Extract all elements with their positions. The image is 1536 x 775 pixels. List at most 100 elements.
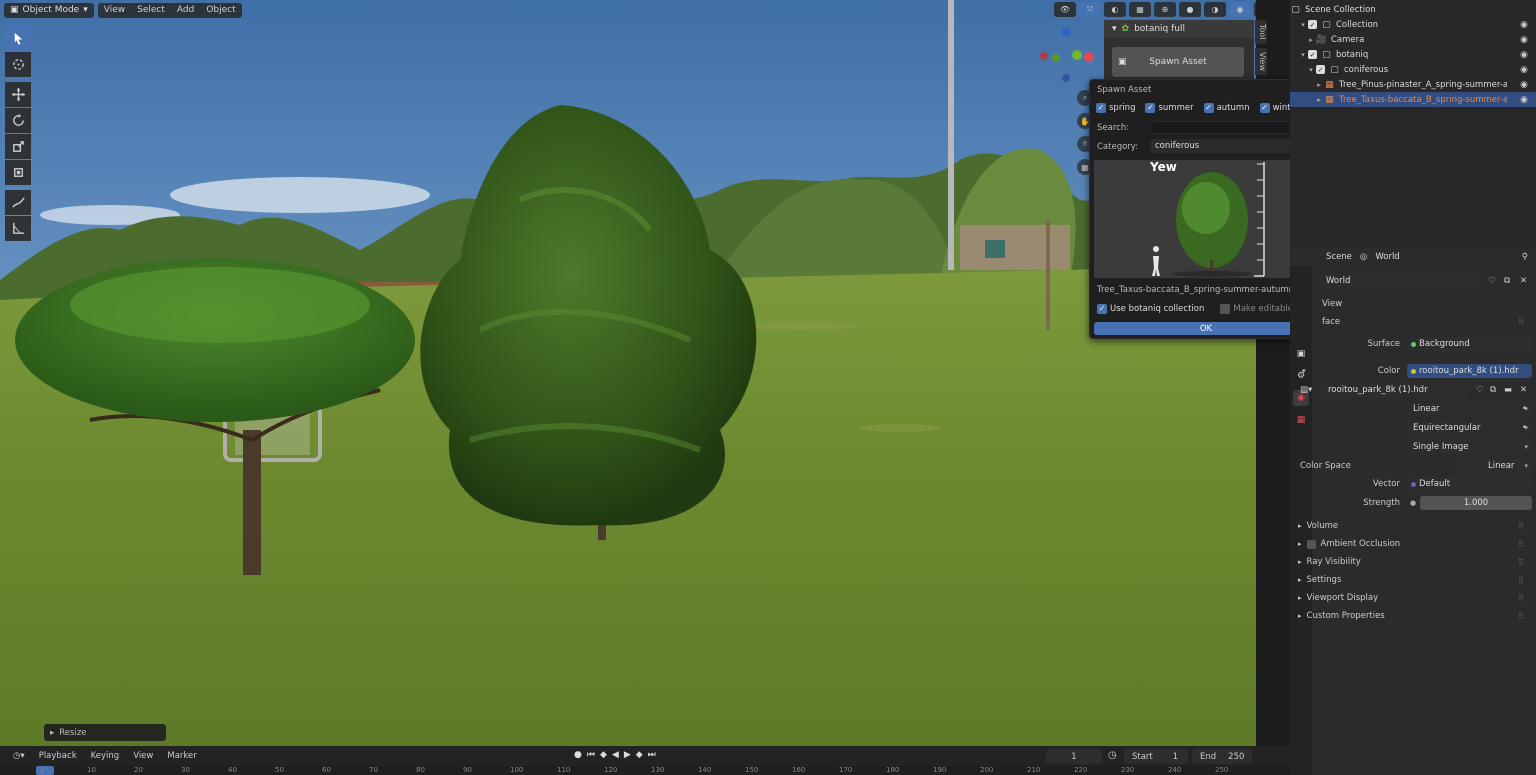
- tab-tool[interactable]: Tool: [1255, 20, 1267, 44]
- surface-panel-header[interactable]: face ⠿: [1312, 314, 1536, 330]
- shading-rendered-icon[interactable]: ◉: [1229, 2, 1251, 17]
- gizmo-neg-z-icon[interactable]: [1062, 74, 1070, 82]
- section-settings[interactable]: ▸ Settings ⠿: [1298, 575, 1524, 585]
- play-icon[interactable]: ▶: [624, 750, 631, 760]
- outliner-root[interactable]: ▢ Scene Collection: [1290, 2, 1536, 17]
- transform-tool[interactable]: [5, 160, 31, 185]
- menu-playback[interactable]: Playback: [32, 751, 84, 761]
- measure-tool[interactable]: [5, 216, 31, 241]
- drag-grip-icon[interactable]: ⠿: [1518, 612, 1524, 621]
- section-ambient-occlusion[interactable]: ▸ Ambient Occlusion ⠿: [1298, 539, 1524, 549]
- folder-icon[interactable]: ▬: [1504, 385, 1512, 395]
- expand-toggle-icon[interactable]: ▸: [1314, 96, 1324, 104]
- end-frame-field[interactable]: End 250: [1192, 749, 1252, 764]
- fake-user-icon[interactable]: ♡: [1476, 385, 1484, 395]
- section-viewport-display[interactable]: ▸ Viewport Display ⠿: [1298, 593, 1524, 603]
- close-icon[interactable]: ✕: [1520, 385, 1527, 395]
- next-keyframe-icon[interactable]: ◆: [636, 750, 643, 760]
- drag-grip-icon[interactable]: ⠿: [1518, 540, 1524, 549]
- expand-toggle-icon[interactable]: ▾: [1306, 66, 1316, 74]
- expand-toggle-icon[interactable]: ▾: [1298, 21, 1308, 29]
- gizmo-toggle-icon[interactable]: ⤧: [1079, 2, 1101, 17]
- outliner-row[interactable]: ▾ ✓ ▢ coniferous ◉: [1290, 62, 1536, 77]
- botaniq-panel-header[interactable]: ▾ ✿ botaniq full: [1104, 20, 1254, 38]
- projection-dropdown[interactable]: Equirectangular ▾: [1407, 421, 1532, 435]
- timeline-ruler[interactable]: 1 10 20 30 40 50 60 70 80 90 100 110 120 130 140 150 160…: [0, 766, 1290, 775]
- checkbox-summer[interactable]: ✓ summer: [1145, 103, 1194, 113]
- expand-toggle-icon[interactable]: ▾: [1298, 51, 1308, 59]
- annotate-tool[interactable]: [5, 190, 31, 215]
- section-ray-visibility[interactable]: ▸ Ray Visibility ⠿: [1298, 557, 1524, 567]
- color-space-dropdown[interactable]: Linear ▾: [1458, 459, 1532, 473]
- outliner-row[interactable]: ▸ ▦ Tree_Pinus-pinaster_A_spring-summer-au…: [1290, 77, 1536, 92]
- image-icon[interactable]: ▨▾: [1300, 385, 1312, 395]
- editor-type-icon[interactable]: ◷▾: [6, 751, 32, 761]
- visibility-eye-icon[interactable]: ◉: [1520, 95, 1528, 105]
- visibility-eye-icon[interactable]: ◉: [1520, 50, 1528, 60]
- ok-button[interactable]: OK: [1094, 322, 1318, 335]
- asset-preview-thumbnail[interactable]: Yew: [1094, 160, 1318, 278]
- render-props-icon[interactable]: ▣: [1293, 346, 1309, 362]
- checkbox-use-botaniq-collection[interactable]: ✓ Use botaniq collection: [1097, 304, 1204, 314]
- expand-toggle-icon[interactable]: ▸: [1314, 81, 1324, 89]
- unchecked-box-icon[interactable]: [1306, 539, 1316, 549]
- duplicate-icon[interactable]: ⧉: [1504, 276, 1510, 286]
- jump-end-icon[interactable]: ⏭: [648, 750, 656, 760]
- rotate-tool[interactable]: [5, 108, 31, 133]
- visibility-eye-icon[interactable]: ◉: [1520, 65, 1528, 75]
- gizmo-neg-x-icon[interactable]: [1040, 52, 1048, 60]
- menu-view[interactable]: View: [98, 5, 131, 15]
- scene-props-icon[interactable]: ⚙: [1293, 368, 1309, 384]
- gizmo-x-axis-icon[interactable]: [1084, 52, 1094, 62]
- shading-solid-icon[interactable]: ●: [1179, 2, 1201, 17]
- menu-keying[interactable]: Keying: [84, 751, 127, 761]
- drag-grip-icon[interactable]: ⠿: [1518, 576, 1524, 585]
- world-name-field[interactable]: World: [1320, 274, 1480, 288]
- breadcrumb-world[interactable]: World: [1375, 252, 1399, 262]
- menu-select[interactable]: Select: [131, 5, 171, 15]
- resize-operator-panel[interactable]: ▸ Resize: [44, 724, 166, 741]
- xray-icon[interactable]: ▦: [1129, 2, 1151, 17]
- play-reverse-icon[interactable]: ◀: [612, 750, 619, 760]
- fake-user-icon[interactable]: ♡: [1488, 276, 1496, 286]
- interpolation-dropdown[interactable]: Linear ▾: [1407, 402, 1532, 416]
- gizmo-z-axis-icon[interactable]: [1062, 28, 1070, 36]
- menu-marker[interactable]: Marker: [160, 751, 203, 761]
- outliner-row[interactable]: ▸ 🎥 Camera ◉: [1290, 32, 1536, 47]
- strength-slider[interactable]: 1.000: [1420, 496, 1532, 510]
- record-icon[interactable]: ●: [574, 750, 582, 760]
- shading-wireframe-icon[interactable]: ⊕: [1154, 2, 1176, 17]
- move-tool[interactable]: [5, 82, 31, 107]
- start-frame-field[interactable]: Start 1: [1124, 749, 1188, 764]
- scale-tool[interactable]: [5, 134, 31, 159]
- checkbox-make-editable[interactable]: Make editable: [1220, 304, 1293, 314]
- section-custom-properties[interactable]: ▸ Custom Properties ⠿: [1298, 611, 1524, 621]
- drag-grip-icon[interactable]: ⠿: [1518, 558, 1524, 567]
- chevron-down-icon[interactable]: ▾: [1302, 367, 1306, 375]
- drag-grip-icon[interactable]: ⠿: [1518, 594, 1524, 603]
- outliner-row[interactable]: ▾ ✓ ▢ Collection ◉: [1290, 17, 1536, 32]
- overlays-icon[interactable]: ◐: [1104, 2, 1126, 17]
- tab-view[interactable]: View: [1255, 47, 1267, 75]
- clock-icon[interactable]: ◷: [1108, 750, 1117, 761]
- cursor-tool[interactable]: [5, 52, 31, 77]
- object-mode-dropdown[interactable]: ▣ Object Mode ▾: [4, 2, 94, 18]
- exclude-checkbox-icon[interactable]: ✓: [1308, 50, 1317, 59]
- visibility-eye-icon[interactable]: ◉: [1520, 80, 1528, 90]
- drag-grip-icon[interactable]: ⠿: [1518, 317, 1524, 327]
- expand-toggle-icon[interactable]: ▸: [1306, 36, 1316, 44]
- preview-panel-header[interactable]: View: [1312, 296, 1536, 312]
- duplicate-icon[interactable]: ⧉: [1490, 385, 1496, 395]
- shading-options-icon[interactable]: ▾: [1254, 2, 1256, 17]
- shading-material-icon[interactable]: ◑: [1204, 2, 1226, 17]
- outliner-row[interactable]: ▸ ▦ Tree_Taxus-baccata_B_spring-summer-aut…: [1290, 92, 1536, 107]
- section-volume[interactable]: ▸ Volume ⠿: [1298, 521, 1524, 531]
- select-box-tool[interactable]: [5, 26, 31, 51]
- visibility-eye-icon[interactable]: ◉: [1520, 35, 1528, 45]
- exclude-checkbox-icon[interactable]: ✓: [1308, 20, 1317, 29]
- current-frame-field[interactable]: 1: [1046, 749, 1102, 764]
- checkbox-autumn[interactable]: ✓ autumn: [1203, 103, 1250, 113]
- color-input-field[interactable]: rooitou_park_8k (1).hdr: [1407, 364, 1532, 378]
- checkbox-spring[interactable]: ✓ spring: [1096, 103, 1135, 113]
- source-dropdown[interactable]: Single Image ▾: [1407, 440, 1532, 454]
